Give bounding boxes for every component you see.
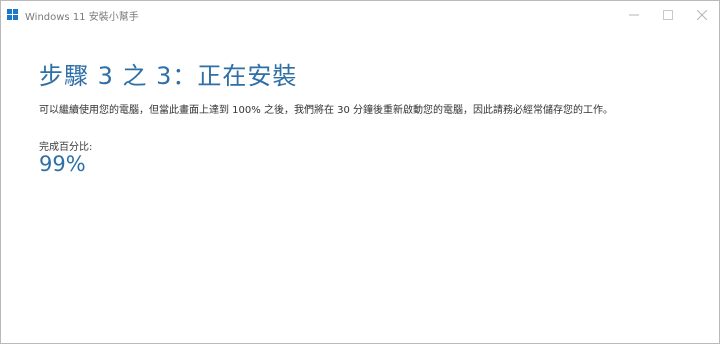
minimize-icon — [629, 14, 639, 16]
progress-label: 完成百分比: — [39, 142, 93, 153]
page-title: 步驟 3 之 3：正在安裝 — [39, 62, 298, 90]
maximize-icon — [663, 10, 673, 20]
progress-percentage: 99% — [39, 152, 86, 176]
window-controls — [617, 1, 719, 29]
installer-window: Windows 11 安裝小幫手 步驟 3 之 3：正在安裝 可以繼續使用您的電… — [0, 0, 720, 344]
close-icon — [697, 10, 707, 20]
title-bar[interactable]: Windows 11 安裝小幫手 — [1, 1, 719, 29]
window-title: Windows 11 安裝小幫手 — [25, 12, 139, 23]
close-button[interactable] — [685, 1, 719, 29]
install-description: 可以繼續使用您的電腦，但當此畫面上達到 100% 之後，我們將在 30 分鐘後重… — [39, 105, 614, 116]
minimize-button[interactable] — [617, 1, 651, 29]
windows-logo-icon — [7, 9, 19, 21]
maximize-button[interactable] — [651, 1, 685, 29]
